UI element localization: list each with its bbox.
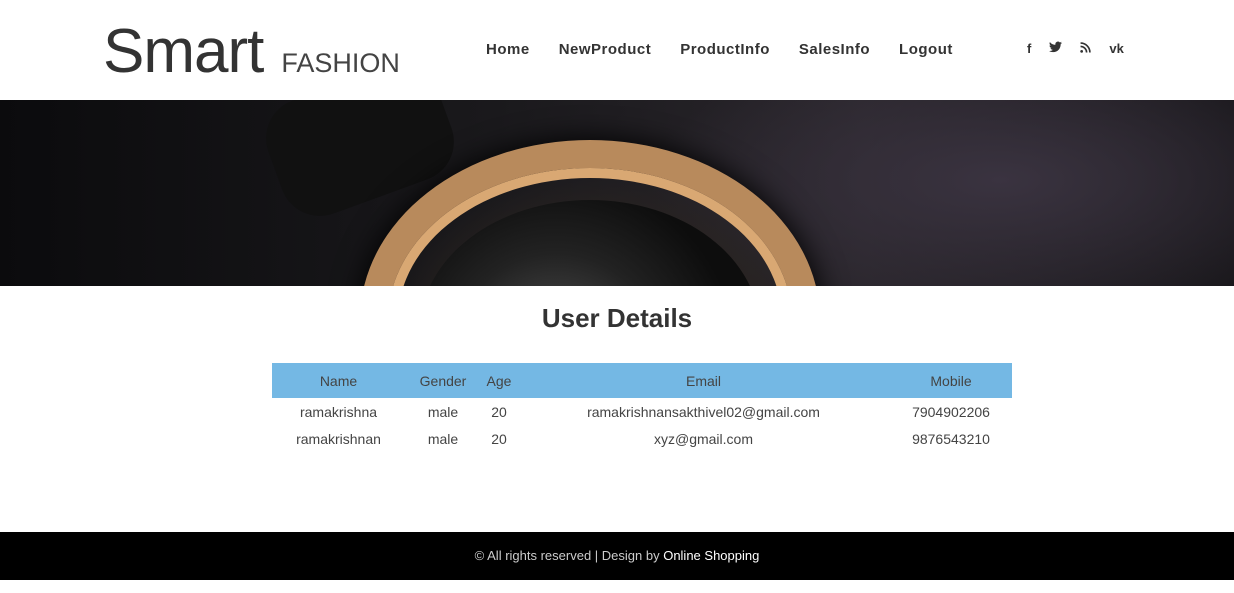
col-name: Name: [272, 363, 405, 398]
cell-age: 20: [491, 403, 507, 420]
table-header-row: Name Gender Age Email Mobile: [272, 363, 1012, 398]
hero-banner-watch-image: [0, 100, 1234, 286]
cell-email: ramakrishnansakthivel02@gmail.com: [587, 403, 820, 420]
logo[interactable]: Smart FASHION: [103, 16, 400, 87]
nav-productinfo[interactable]: ProductInfo: [680, 41, 770, 58]
logo-main: Smart: [103, 17, 264, 86]
facebook-icon[interactable]: f: [1027, 41, 1031, 56]
cell-age: 20: [491, 430, 507, 447]
logo-sub: FASHION: [281, 48, 400, 78]
cell-mobile: 9876543210: [912, 430, 990, 447]
table-row: ramakrishnan male 20 xyz@gmail.com 98765…: [272, 425, 1012, 452]
col-mobile: Mobile: [890, 363, 1012, 398]
cell-email: xyz@gmail.com: [653, 430, 753, 447]
footer-text: © All rights reserved | Design by: [474, 548, 664, 563]
footer-link[interactable]: Online Shopping: [663, 548, 759, 563]
nav-logout[interactable]: Logout: [899, 41, 953, 58]
cell-mobile: 7904902206: [912, 403, 990, 420]
page-title: User Details: [541, 303, 693, 333]
social-links: f vk: [1027, 41, 1124, 56]
col-email: Email: [517, 363, 890, 398]
twitter-icon[interactable]: [1049, 41, 1063, 56]
cell-gender: male: [427, 430, 459, 447]
main-nav: Home NewProduct ProductInfo SalesInfo Lo…: [486, 41, 953, 58]
rss-icon[interactable]: [1080, 41, 1092, 56]
header: Smart FASHION Home NewProduct ProductInf…: [0, 0, 1234, 100]
table-row: ramakrishna male 20 ramakrishnansakthive…: [272, 398, 1012, 425]
nav-salesinfo[interactable]: SalesInfo: [799, 41, 870, 58]
col-gender: Gender: [405, 363, 481, 398]
footer: © All rights reserved | Design by Online…: [0, 532, 1234, 580]
user-details-table: Name Gender Age Email Mobile ramakrishna…: [272, 363, 1012, 452]
nav-newproduct[interactable]: NewProduct: [559, 41, 652, 58]
nav-home[interactable]: Home: [486, 41, 530, 58]
vk-icon[interactable]: vk: [1109, 41, 1123, 56]
col-age: Age: [481, 363, 517, 398]
cell-name: ramakrishna: [299, 403, 378, 420]
cell-name: ramakrishnan: [296, 430, 381, 447]
cell-gender: male: [427, 403, 459, 420]
